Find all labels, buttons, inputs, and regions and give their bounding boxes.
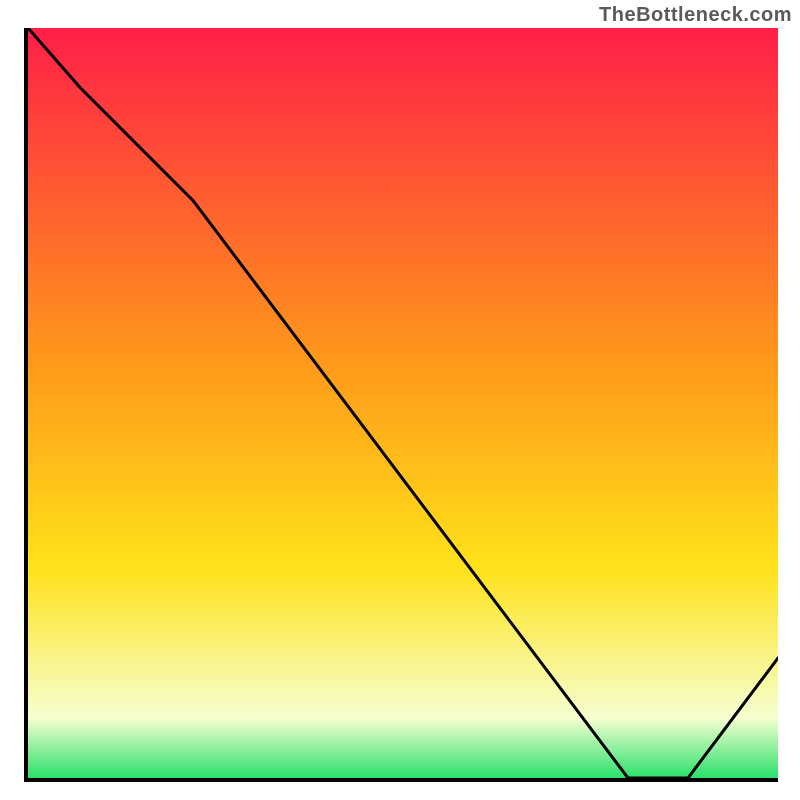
chart-frame: TheBottleneck.com xyxy=(0,0,800,800)
plot-area xyxy=(28,28,778,778)
branding-watermark: TheBottleneck.com xyxy=(599,4,792,27)
bottleneck-chart-svg xyxy=(28,28,778,778)
gradient-background xyxy=(28,28,778,778)
